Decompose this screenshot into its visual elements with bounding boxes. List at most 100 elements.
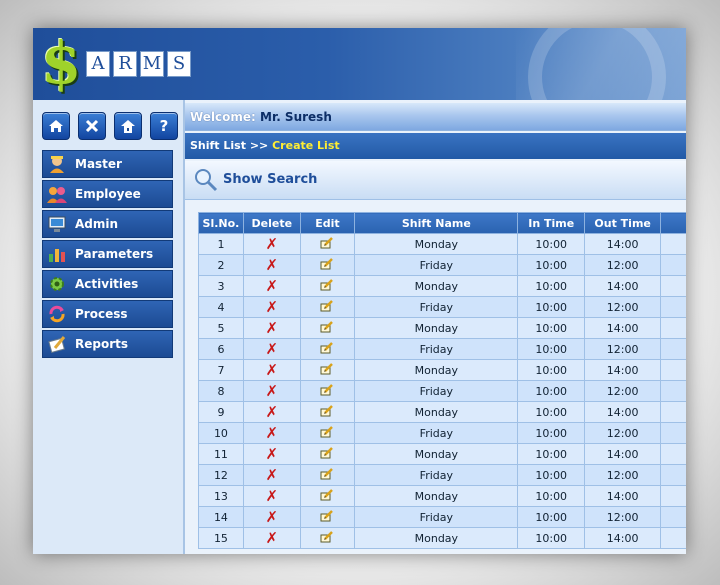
- serial-number-cell: 5: [198, 317, 244, 339]
- menu-label: Employee: [75, 187, 141, 201]
- serial-number-cell: 2: [198, 254, 244, 276]
- menu-item-admin[interactable]: Admin: [42, 210, 173, 238]
- serial-number-cell: 4: [198, 296, 244, 318]
- delete-icon[interactable]: ✗: [265, 256, 278, 274]
- edit-icon[interactable]: [320, 467, 334, 480]
- help-icon: ?: [159, 117, 169, 135]
- home-button[interactable]: [42, 112, 70, 140]
- out-time-cell: 12:00: [583, 464, 662, 486]
- shift-name-cell: Monday: [354, 233, 519, 255]
- delete-cell: ✗: [242, 527, 301, 549]
- out-time-cell: 14:00: [583, 527, 662, 549]
- in-time-cell: 10:00: [517, 464, 585, 486]
- breadcrumb-parent[interactable]: Shift List: [190, 139, 246, 152]
- in-time-cell: 10:00: [517, 254, 585, 276]
- serial-number-cell: 8: [198, 380, 244, 402]
- table-row: 1 ✗ Monday 10:00 14:00: [198, 233, 686, 255]
- delete-icon[interactable]: ✗: [265, 529, 278, 547]
- table-row: 5 ✗ Monday 10:00 14:00: [198, 317, 686, 339]
- show-search-bar[interactable]: Show Search: [185, 161, 686, 200]
- edit-icon[interactable]: [320, 404, 334, 417]
- table-row: 13 ✗ Monday 10:00 14:00: [198, 485, 686, 507]
- out-time-cell: 14:00: [583, 359, 662, 381]
- menu-item-reports[interactable]: Reports: [42, 330, 173, 358]
- in-time-cell: 10:00: [517, 275, 585, 297]
- edit-cell: [299, 359, 356, 381]
- extra-cell: [660, 275, 686, 297]
- extra-cell: [660, 506, 686, 528]
- sidebar: ? Master Employee Admin Parameters Activ…: [33, 100, 183, 554]
- main-menu: Master Employee Admin Parameters Activit…: [42, 150, 173, 360]
- menu-label: Process: [75, 307, 128, 321]
- edit-cell: [299, 275, 356, 297]
- home-icon: [49, 120, 63, 132]
- serial-number-cell: 10: [198, 422, 244, 444]
- edit-icon[interactable]: [320, 509, 334, 522]
- extra-cell: [660, 296, 686, 318]
- search-icon: [195, 169, 218, 192]
- edit-icon[interactable]: [320, 320, 334, 333]
- edit-icon[interactable]: [320, 278, 334, 291]
- delete-icon[interactable]: ✗: [265, 508, 278, 526]
- lock-icon: [121, 119, 135, 133]
- delete-icon[interactable]: ✗: [265, 361, 278, 379]
- delete-icon[interactable]: ✗: [265, 382, 278, 400]
- shift-name-cell: Friday: [354, 254, 519, 276]
- edit-icon[interactable]: [320, 299, 334, 312]
- shift-name-cell: Friday: [354, 296, 519, 318]
- edit-icon[interactable]: [320, 446, 334, 459]
- delete-icon[interactable]: ✗: [265, 424, 278, 442]
- extra-cell: [660, 317, 686, 339]
- close-button[interactable]: [78, 112, 106, 140]
- delete-icon[interactable]: ✗: [265, 277, 278, 295]
- menu-label: Reports: [75, 337, 129, 351]
- edit-icon[interactable]: [320, 488, 334, 501]
- menu-label: Parameters: [75, 247, 154, 261]
- delete-icon[interactable]: ✗: [265, 235, 278, 253]
- delete-cell: ✗: [242, 317, 301, 339]
- edit-icon[interactable]: [320, 383, 334, 396]
- lock-button[interactable]: [114, 112, 142, 140]
- parameters-icon: [43, 241, 71, 267]
- out-time-cell: 12:00: [583, 296, 662, 318]
- delete-icon[interactable]: ✗: [265, 340, 278, 358]
- edit-icon[interactable]: [320, 530, 334, 543]
- delete-icon[interactable]: ✗: [265, 466, 278, 484]
- out-time-cell: 12:00: [583, 422, 662, 444]
- help-button[interactable]: ?: [150, 112, 178, 140]
- edit-cell: [299, 485, 356, 507]
- menu-item-master[interactable]: Master: [42, 150, 173, 178]
- shift-name-cell: Monday: [354, 527, 519, 549]
- edit-icon[interactable]: [320, 236, 334, 249]
- menu-item-activities[interactable]: Activities: [42, 270, 173, 298]
- extra-cell: [660, 527, 686, 549]
- extra-cell: [660, 401, 686, 423]
- shift-name-cell: Monday: [354, 275, 519, 297]
- delete-icon[interactable]: ✗: [265, 403, 278, 421]
- extra-cell: [660, 464, 686, 486]
- column-header: Delete: [242, 212, 301, 234]
- edit-cell: [299, 422, 356, 444]
- logo-letter: M: [140, 51, 164, 77]
- in-time-cell: 10:00: [517, 338, 585, 360]
- delete-icon[interactable]: ✗: [265, 298, 278, 316]
- edit-icon[interactable]: [320, 362, 334, 375]
- menu-item-employee[interactable]: Employee: [42, 180, 173, 208]
- edit-icon[interactable]: [320, 341, 334, 354]
- show-search-link[interactable]: Show Search: [223, 172, 317, 187]
- shift-name-cell: Monday: [354, 443, 519, 465]
- delete-icon[interactable]: ✗: [265, 319, 278, 337]
- extra-cell: [660, 254, 686, 276]
- delete-icon[interactable]: ✗: [265, 445, 278, 463]
- menu-item-parameters[interactable]: Parameters: [42, 240, 173, 268]
- edit-cell: [299, 443, 356, 465]
- delete-cell: ✗: [242, 359, 301, 381]
- edit-icon[interactable]: [320, 425, 334, 438]
- delete-icon[interactable]: ✗: [265, 487, 278, 505]
- edit-icon[interactable]: [320, 257, 334, 270]
- serial-number-cell: 12: [198, 464, 244, 486]
- column-header: In Time: [517, 212, 585, 234]
- table-row: 4 ✗ Friday 10:00 12:00: [198, 296, 686, 318]
- out-time-cell: 14:00: [583, 233, 662, 255]
- menu-item-process[interactable]: Process: [42, 300, 173, 328]
